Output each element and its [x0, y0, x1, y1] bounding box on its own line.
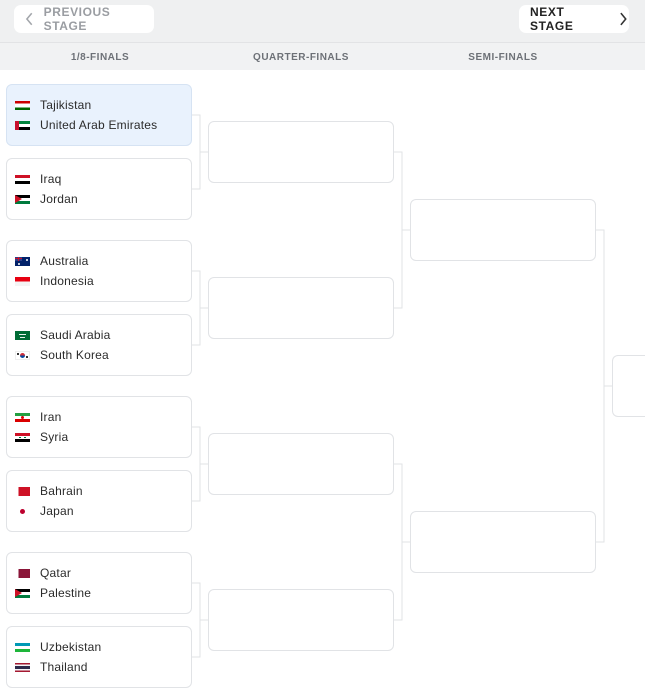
team-name: Thailand — [40, 660, 88, 674]
jordan-flag-icon — [15, 194, 30, 204]
match-card-r16-2[interactable]: Iraq Jordan — [6, 158, 192, 220]
team-name: Qatar — [40, 566, 72, 580]
match-card-r16-1[interactable]: Tajikistan United Arab Emirates — [6, 84, 192, 146]
chevron-right-icon — [620, 12, 628, 26]
match-card-final[interactable] — [612, 355, 645, 417]
qatar-flag-icon — [15, 568, 30, 578]
next-stage-button[interactable]: NEXT STAGE — [519, 5, 629, 33]
previous-stage-label: PREVIOUS STAGE — [43, 5, 111, 33]
team-row: Iraq — [15, 171, 61, 187]
saudi-arabia-flag-icon — [15, 330, 30, 340]
south-korea-flag-icon — [15, 350, 30, 360]
team-name: Bahrain — [40, 484, 83, 498]
team-row: Qatar — [15, 565, 71, 581]
iran-flag-icon — [15, 412, 30, 422]
team-name: United Arab Emirates — [40, 118, 158, 132]
chevron-left-icon — [25, 12, 33, 26]
team-row: South Korea — [15, 347, 109, 363]
previous-stage-button[interactable]: PREVIOUS STAGE — [14, 5, 154, 33]
stage-headers: 1/8-FINALS QUARTER-FINALS SEMI-FINALS — [0, 42, 645, 70]
uzbekistan-flag-icon — [15, 642, 30, 652]
team-name: Tajikistan — [40, 98, 92, 112]
indonesia-flag-icon — [15, 276, 30, 286]
palestine-flag-icon — [15, 588, 30, 598]
team-row: Thailand — [15, 659, 88, 675]
australia-flag-icon — [15, 256, 30, 266]
team-row: United Arab Emirates — [15, 117, 157, 133]
match-card-r16-5[interactable]: Iran Syria — [6, 396, 192, 458]
stage-label-quarter-finals: QUARTER-FINALS — [253, 52, 349, 63]
team-name: Syria — [40, 430, 69, 444]
match-card-qf-2[interactable] — [208, 277, 394, 339]
team-row: Palestine — [15, 585, 91, 601]
team-row: Uzbekistan — [15, 639, 101, 655]
team-row: Iran — [15, 409, 61, 425]
iraq-flag-icon — [15, 174, 30, 184]
team-name: Japan — [40, 504, 74, 518]
match-card-qf-1[interactable] — [208, 121, 394, 183]
match-card-r16-7[interactable]: Qatar Palestine — [6, 552, 192, 614]
thailand-flag-icon — [15, 662, 30, 672]
next-stage-label: NEXT STAGE — [530, 5, 574, 33]
team-name: South Korea — [40, 348, 109, 362]
team-row: Indonesia — [15, 273, 94, 289]
tajikistan-flag-icon — [15, 100, 30, 110]
match-card-r16-3[interactable]: Australia Indonesia — [6, 240, 192, 302]
team-row: Syria — [15, 429, 68, 445]
stage-label-semi-finals: SEMI-FINALS — [468, 52, 538, 63]
match-card-r16-6[interactable]: Bahrain Japan — [6, 470, 192, 532]
team-row: Saudi Arabia — [15, 327, 110, 343]
team-row: Jordan — [15, 191, 78, 207]
japan-flag-icon — [15, 506, 30, 516]
match-card-qf-3[interactable] — [208, 433, 394, 495]
team-name: Indonesia — [40, 274, 94, 288]
syria-flag-icon — [15, 432, 30, 442]
team-row: Japan — [15, 503, 74, 519]
team-name: Palestine — [40, 586, 92, 600]
team-row: Bahrain — [15, 483, 83, 499]
match-card-r16-4[interactable]: Saudi Arabia South Korea — [6, 314, 192, 376]
team-row: Tajikistan — [15, 97, 91, 113]
uae-flag-icon — [15, 120, 30, 130]
team-name: Iran — [40, 410, 62, 424]
team-row: Australia — [15, 253, 89, 269]
stage-navigation-bar: PREVIOUS STAGE NEXT STAGE — [0, 0, 645, 42]
match-card-sf-2[interactable] — [410, 511, 596, 573]
team-name: Saudi Arabia — [40, 328, 111, 342]
stage-label-round-of-16: 1/8-FINALS — [70, 52, 130, 63]
match-card-qf-4[interactable] — [208, 589, 394, 651]
team-name: Iraq — [40, 172, 62, 186]
team-name: Australia — [40, 254, 89, 268]
match-card-sf-1[interactable] — [410, 199, 596, 261]
team-name: Uzbekistan — [40, 640, 102, 654]
bahrain-flag-icon — [15, 486, 30, 496]
team-name: Jordan — [40, 192, 78, 206]
match-card-r16-8[interactable]: Uzbekistan Thailand — [6, 626, 192, 688]
